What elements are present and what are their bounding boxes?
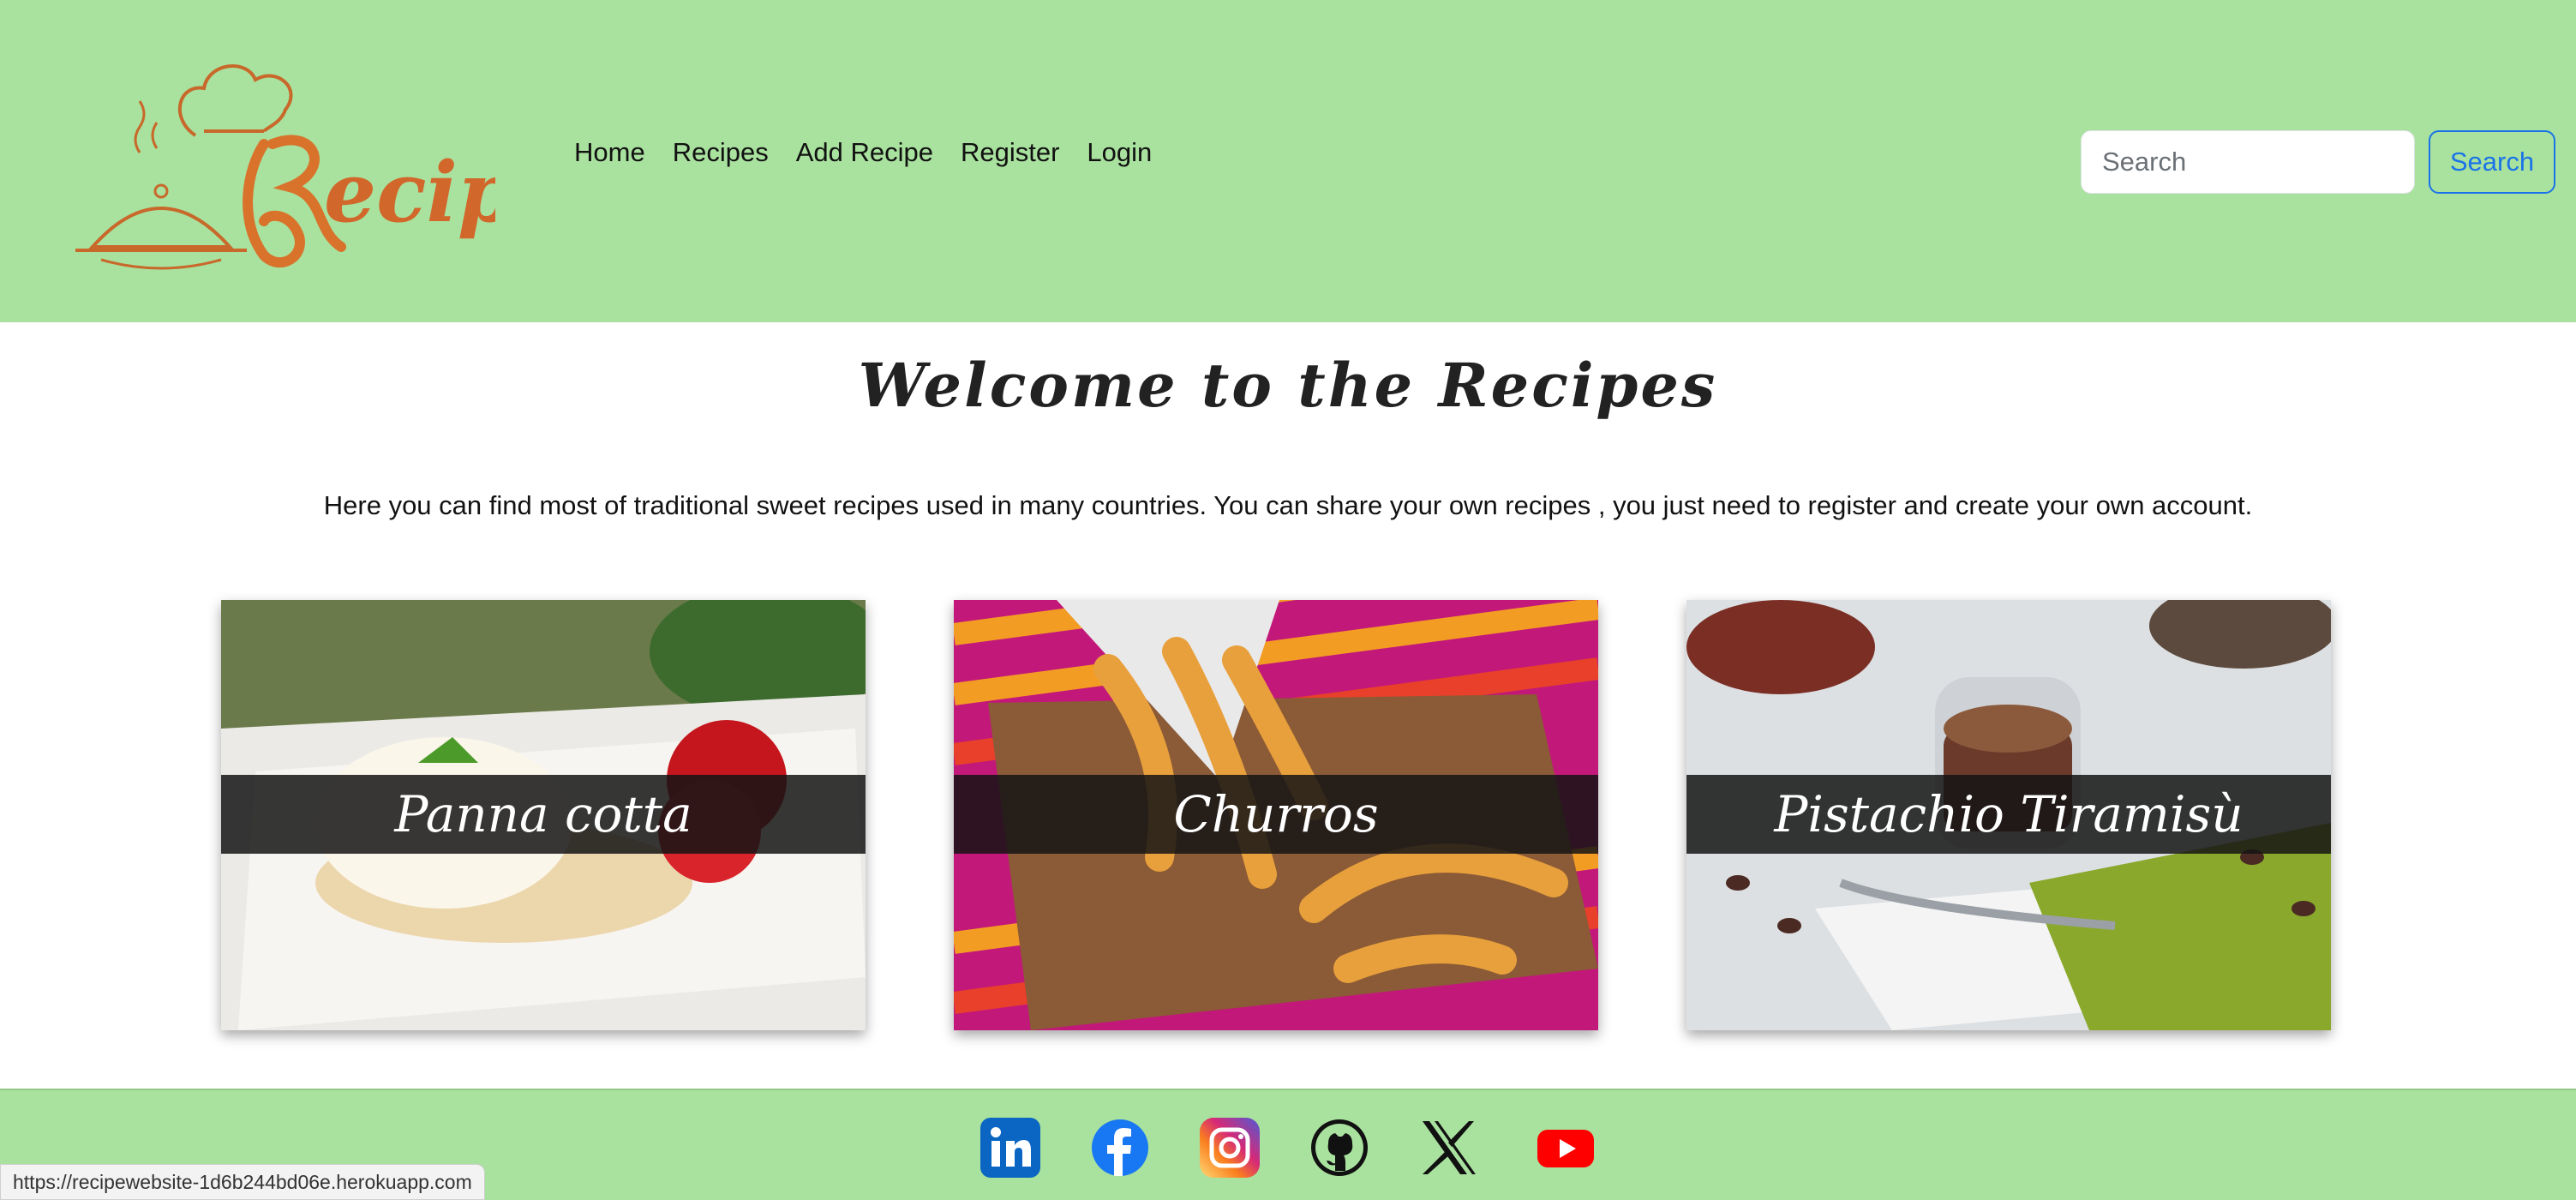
status-bar-url: https://recipewebsite-1d6b244bd06e.herok… — [0, 1164, 485, 1200]
svg-text:ecipes: ecipes — [324, 144, 495, 241]
instagram-icon[interactable] — [1200, 1118, 1260, 1178]
youtube-icon[interactable] — [1536, 1118, 1596, 1178]
recipes-logo[interactable]: ecipes — [67, 41, 614, 286]
card-label: Pistachio Tiramisù — [1686, 775, 2331, 854]
intro-text: Here you can find most of traditional sw… — [323, 490, 2253, 520]
card-label: Panna cotta — [221, 775, 866, 854]
recipe-card-pistachio-tiramisu[interactable]: Pistachio Tiramisù — [1686, 600, 2331, 1030]
nav-login[interactable]: Login — [1087, 137, 1152, 168]
nav-register[interactable]: Register — [961, 137, 1059, 168]
recipe-card-panna-cotta[interactable]: Panna cotta — [221, 600, 866, 1030]
card-label: Churros — [954, 775, 1598, 854]
nav-recipes[interactable]: Recipes — [673, 137, 769, 168]
main-nav: Home Recipes Add Recipe Register Login — [574, 137, 1152, 168]
search-input[interactable] — [2081, 130, 2415, 194]
x-icon[interactable] — [1419, 1118, 1479, 1178]
site-header: ecipes Home Recipes Add Recipe Register … — [0, 0, 2576, 322]
recipe-card-churros[interactable]: Churros — [954, 600, 1598, 1030]
search-button[interactable]: Search — [2429, 130, 2555, 194]
facebook-icon[interactable] — [1090, 1118, 1150, 1178]
nav-add-recipe[interactable]: Add Recipe — [796, 137, 933, 168]
github-icon[interactable] — [1309, 1118, 1369, 1178]
linkedin-icon[interactable] — [980, 1118, 1040, 1178]
page-title: Welcome to the Recipes — [858, 350, 1718, 421]
nav-home[interactable]: Home — [574, 137, 645, 168]
